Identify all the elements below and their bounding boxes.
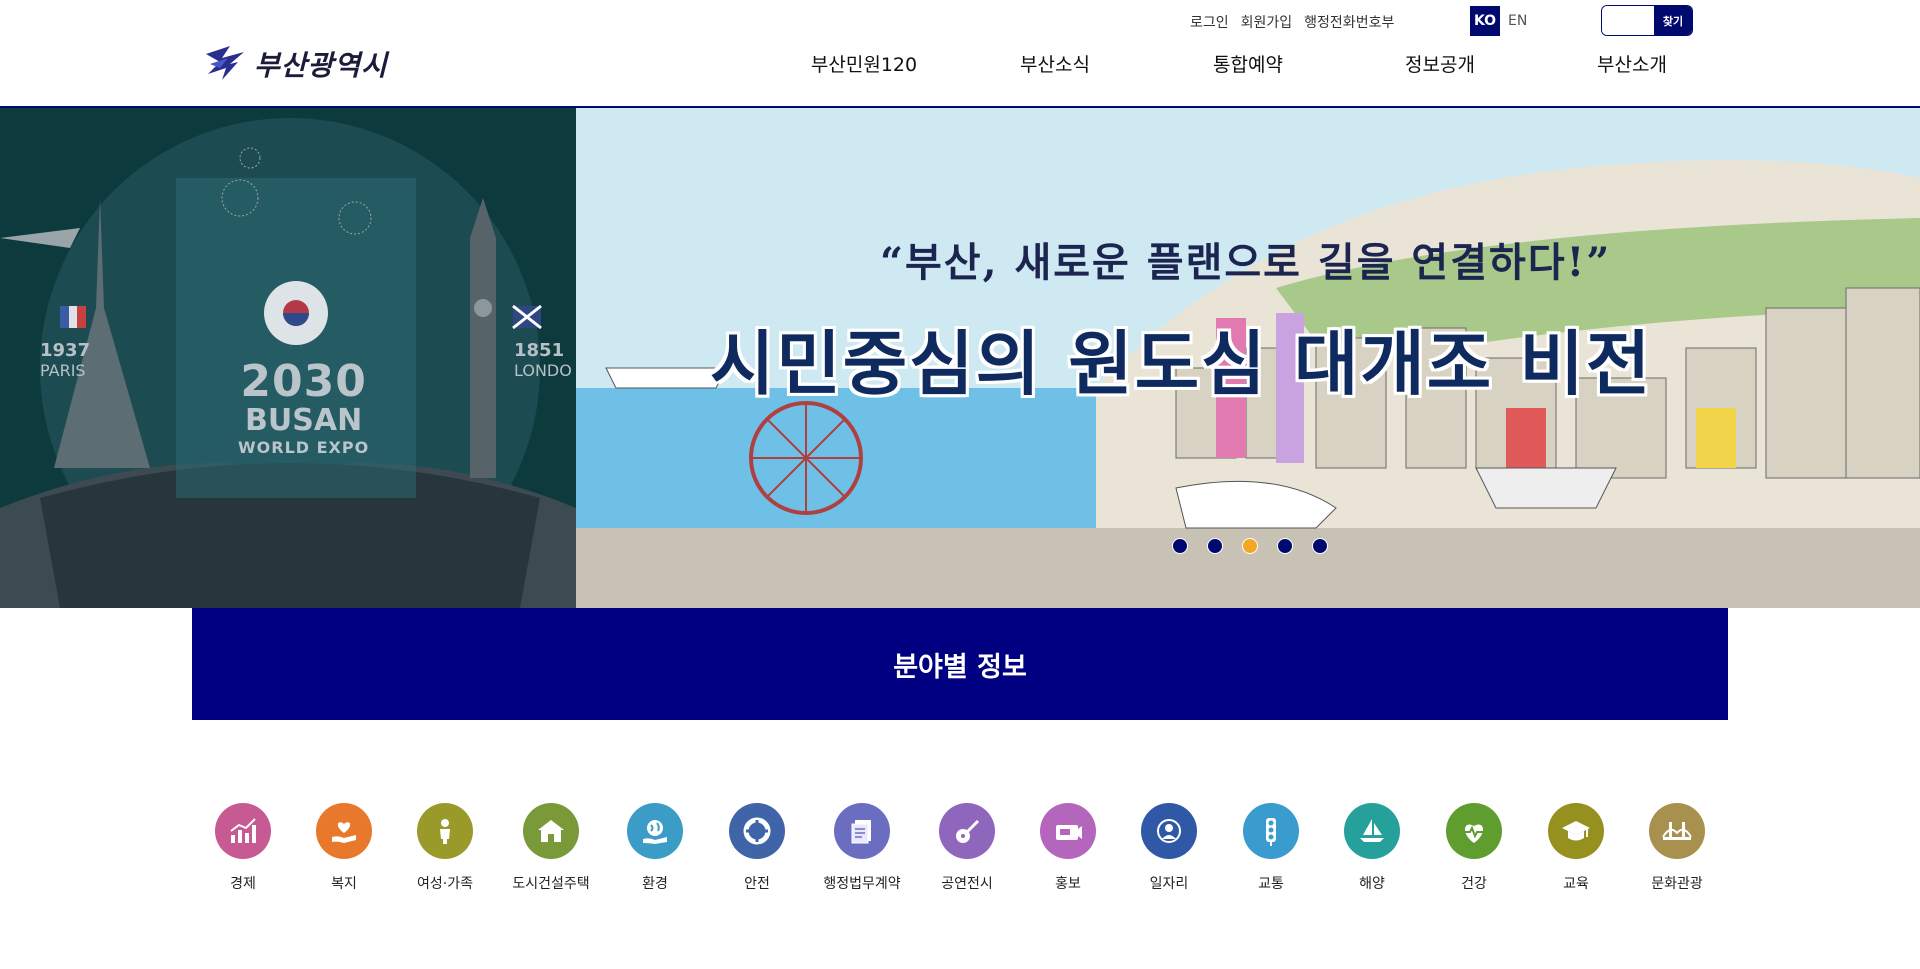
guitar-icon xyxy=(939,803,995,859)
category-label: 복지 xyxy=(331,876,357,892)
utility-links: 로그인 회원가입 행정전화번호부 xyxy=(1190,12,1394,32)
category-label: 안전 xyxy=(744,876,770,892)
lang-ko-button[interactable]: KO xyxy=(1470,6,1500,36)
nav-item-news[interactable]: 부산소식 xyxy=(1020,50,1090,77)
category-jobs[interactable]: 일자리 xyxy=(1114,803,1224,893)
category-ocean[interactable]: 해양 xyxy=(1317,803,1427,893)
category-label: 경제 xyxy=(230,876,256,892)
slide-dot-4[interactable] xyxy=(1277,538,1293,554)
main-nav: 부산민원120 부산소식 통합예약 정보공개 부산소개 xyxy=(0,50,1920,80)
hero-banner[interactable]: 1937 PARIS 2030 BUSAN WORLD EXPO 1851 LO… xyxy=(0,108,1920,608)
category-label: 홍보 xyxy=(1055,876,1081,892)
document-icon xyxy=(834,803,890,859)
nav-item-minwon120[interactable]: 부산민원120 xyxy=(811,50,917,77)
category-safety[interactable]: 안전 xyxy=(702,803,812,893)
category-label: 교육 xyxy=(1563,876,1589,892)
graduation-cap-icon xyxy=(1548,803,1604,859)
house-icon xyxy=(523,803,579,859)
language-switcher: KO EN xyxy=(1470,6,1527,36)
category-label: 환경 xyxy=(642,876,668,892)
category-label: 문화관광 xyxy=(1651,876,1703,892)
nav-item-information[interactable]: 정보공개 xyxy=(1405,50,1475,77)
expo-2030-label: 2030 BUSAN WORLD EXPO xyxy=(238,356,370,457)
category-culture-tourism[interactable]: 문화관광 xyxy=(1622,803,1732,893)
category-label: 여성·가족 xyxy=(417,876,473,892)
paris-label: 1937 PARIS xyxy=(40,340,91,380)
category-performance[interactable]: 공연전시 xyxy=(912,803,1022,893)
category-traffic[interactable]: 교통 xyxy=(1216,803,1326,893)
chart-icon xyxy=(215,803,271,859)
expo-banner-image: 1937 PARIS 2030 BUSAN WORLD EXPO 1851 LO… xyxy=(0,108,576,608)
slide-dot-3[interactable] xyxy=(1242,538,1258,554)
slide-dot-5[interactable] xyxy=(1312,538,1328,554)
category-environment[interactable]: 환경 xyxy=(600,803,710,893)
category-health[interactable]: 건강 xyxy=(1419,803,1529,893)
login-link[interactable]: 로그인 xyxy=(1190,12,1229,32)
category-label: 해양 xyxy=(1359,876,1385,892)
category-education[interactable]: 교육 xyxy=(1521,803,1631,893)
category-economy[interactable]: 경제 xyxy=(188,803,298,893)
signup-link[interactable]: 회원가입 xyxy=(1241,12,1293,32)
site-header: 부산광역시 로그인 회원가입 행정전화번호부 KO EN 찾기 부산민원120 … xyxy=(0,0,1920,108)
category-admin-legal[interactable]: 행정법무계약 xyxy=(807,803,917,893)
lifebuoy-icon xyxy=(729,803,785,859)
lang-en-button[interactable]: EN xyxy=(1506,13,1527,29)
bridge-icon xyxy=(1649,803,1705,859)
category-header-bar: 분야별 정보 xyxy=(192,608,1728,720)
category-women-family[interactable]: 여성·가족 xyxy=(390,803,500,893)
worker-icon xyxy=(1141,803,1197,859)
london-label: 1851 LONDO xyxy=(514,340,572,380)
category-urban-housing[interactable]: 도시건설주택 xyxy=(496,803,606,893)
globe-hand-icon xyxy=(627,803,683,859)
hero-slogan: “부산, 새로운 플랜으로 길을 연결하다!” xyxy=(880,239,1612,286)
category-promotion[interactable]: 홍보 xyxy=(1013,803,1123,893)
sailboat-icon xyxy=(1344,803,1400,859)
nav-item-about-busan[interactable]: 부산소개 xyxy=(1597,50,1667,77)
slide-dot-1[interactable] xyxy=(1172,538,1188,554)
category-label: 행정법무계약 xyxy=(823,876,901,892)
megaphone-icon xyxy=(1040,803,1096,859)
category-label: 건강 xyxy=(1461,876,1487,892)
slide-indicators xyxy=(1172,538,1328,554)
search-input[interactable] xyxy=(1602,6,1654,35)
category-label: 교통 xyxy=(1258,876,1284,892)
heart-hand-icon xyxy=(316,803,372,859)
phonebook-link[interactable]: 행정전화번호부 xyxy=(1304,12,1394,32)
hero-headline: 시민중심의 원도심 대개조 비전 xyxy=(710,323,1653,405)
health-heart-icon xyxy=(1446,803,1502,859)
search-box: 찾기 xyxy=(1601,5,1693,36)
category-welfare[interactable]: 복지 xyxy=(289,803,399,893)
category-title: 분야별 정보 xyxy=(893,651,1027,683)
search-button[interactable]: 찾기 xyxy=(1654,6,1692,35)
nav-item-reservation[interactable]: 통합예약 xyxy=(1213,50,1283,77)
person-icon xyxy=(417,803,473,859)
category-label: 일자리 xyxy=(1149,876,1189,892)
category-label: 도시건설주택 xyxy=(512,876,590,892)
slide-dot-2[interactable] xyxy=(1207,538,1223,554)
category-label: 공연전시 xyxy=(941,876,993,892)
traffic-light-icon xyxy=(1243,803,1299,859)
